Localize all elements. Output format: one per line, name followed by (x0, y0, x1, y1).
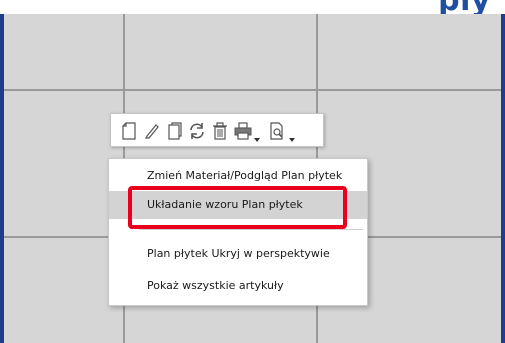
menu-item-show-all-articles[interactable]: Pokaż wszystkie artykuły (109, 272, 367, 300)
title-strip: ply (0, 0, 505, 14)
menu-item-change-material[interactable]: Zmień Materiał/Podgląd Plan płytek (109, 162, 367, 190)
preview-zoom-icon[interactable] (267, 121, 287, 141)
preview-dropdown-arrow-icon[interactable] (289, 128, 295, 142)
grout-line-horizontal (0, 89, 505, 91)
menu-item-lay-pattern[interactable]: Układanie wzoru Plan płytek (109, 191, 367, 219)
trash-icon[interactable] (210, 121, 230, 141)
frame-border-right (501, 14, 505, 343)
title-fragment: ply (438, 0, 491, 14)
pencil-icon[interactable] (142, 121, 162, 141)
menu-item-hide-in-perspective[interactable]: Plan płytek Ukryj w perspektywie (109, 240, 367, 268)
printer-dropdown-arrow-icon[interactable] (254, 128, 260, 142)
new-page-icon[interactable] (119, 121, 139, 141)
frame-border-left (0, 14, 4, 343)
menu-separator (139, 229, 363, 230)
floating-toolbar (110, 113, 324, 147)
context-menu: Zmień Materiał/Podgląd Plan płytek Układ… (108, 158, 368, 306)
printer-icon[interactable] (233, 121, 253, 141)
rotate-icon[interactable] (187, 121, 207, 141)
copy-page-icon[interactable] (165, 121, 185, 141)
